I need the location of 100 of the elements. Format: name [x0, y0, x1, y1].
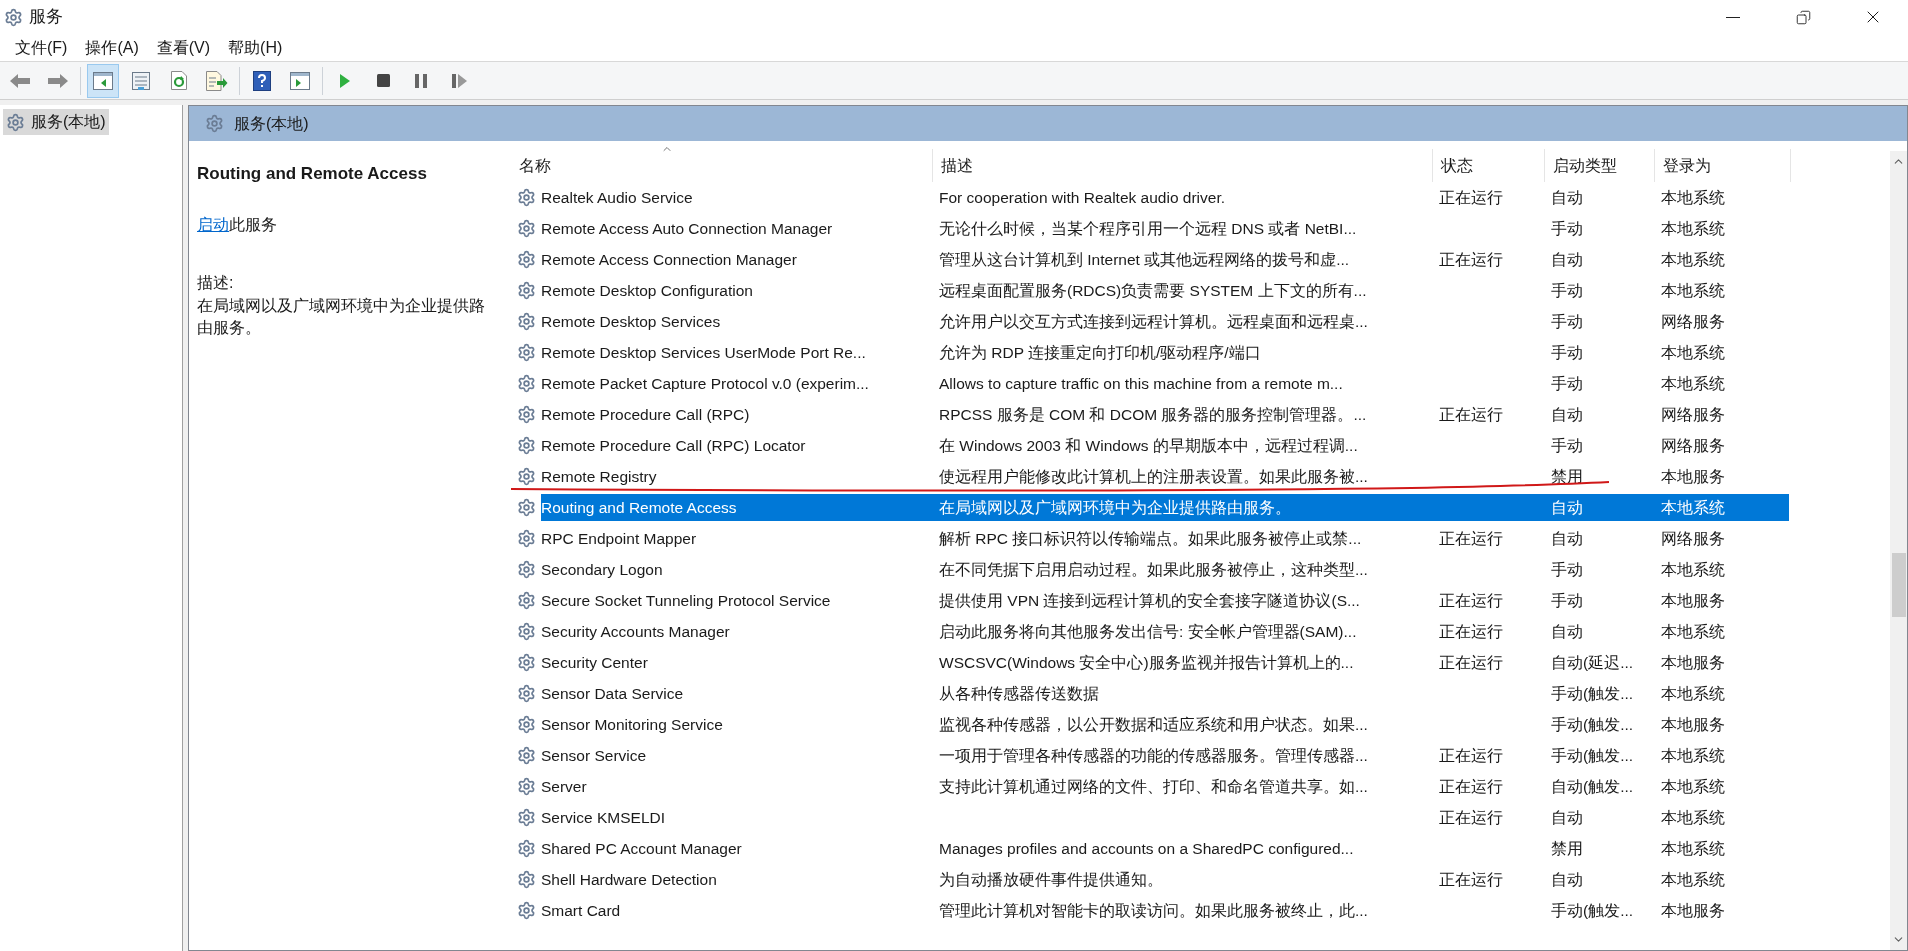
table-row[interactable]: Remote Procedure Call (RPC) RPCSS 服务是 COM 和 DCOM 服务器的服务控制管理器。... 正在运行 自动 网络服务	[541, 401, 1789, 428]
table-row[interactable]: Security Accounts Manager 启动此服务将向其他服务发出信号: 安全帐户管理器(SAM)... 正在运行 自动 本地系统	[541, 618, 1789, 645]
gear-icon	[517, 467, 536, 486]
window-title: 服务	[29, 6, 63, 29]
table-cell: 监视各种传感器，以公开数据和适应系统和用户状态。如果...	[939, 715, 1368, 733]
column-header[interactable]: 启动类型	[1545, 149, 1655, 182]
table-cell-text: 网络服务	[1660, 528, 1726, 549]
table-cell-text: 本地系统	[1660, 497, 1726, 518]
table-cell-text: 自动	[1550, 807, 1584, 828]
table-row[interactable]: Remote Access Auto Connection Manager 无论什么时候，当某个程序引用一个远程 DNS 或者 NetBI... 手动 本地系统	[541, 215, 1789, 242]
column-header[interactable]: 登录为	[1655, 149, 1791, 182]
pause-icon	[415, 73, 427, 88]
menu-item[interactable]: 操作(A)	[78, 34, 146, 61]
table-cell: 解析 RPC 接口标识符以传输端点。如果此服务被停止或禁...	[939, 529, 1362, 547]
table-row[interactable]: Remote Access Connection Manager 管理从这台计算机到 Internet 或其他远程网络的拨号和虚... 正在运行 自动 本地系统	[541, 246, 1789, 273]
table-cell-text: 网络服务	[1660, 311, 1726, 332]
table-cell-text: Remote Access Auto Connection Manager	[541, 218, 834, 239]
table-row[interactable]: Smart Card 管理此计算机对智能卡的取读访问。如果此服务被终止，此... 手动(触发... 本地服务	[541, 897, 1789, 924]
tree-item[interactable]: 服务(本地)	[3, 109, 109, 135]
table-cell-text: 自动	[1550, 187, 1584, 208]
table-cell-text: 本地系统	[1660, 218, 1726, 239]
table-cell: Allows to capture traffic on this machine from a remote m...	[939, 374, 1343, 392]
table-cell-text: Remote Desktop Configuration	[541, 280, 754, 301]
properties-icon	[132, 71, 150, 90]
table-cell-text: 本地系统	[1660, 280, 1726, 301]
table-cell: 正在运行	[1439, 188, 1503, 206]
table-cell-text: 自动	[1550, 249, 1584, 270]
menu-item[interactable]: 帮助(H)	[221, 34, 290, 61]
table-cell-text: Routing and Remote Access	[541, 497, 738, 518]
table-row[interactable]: Service KMSELDI 正在运行 自动 本地系统	[541, 804, 1789, 831]
gear-icon	[517, 777, 536, 796]
table-cell-text: 本地服务	[1660, 466, 1726, 487]
forward-arrow-icon	[47, 71, 69, 90]
table-cell-text: 本地系统	[1660, 807, 1726, 828]
service-title: Routing and Remote Access	[197, 163, 428, 185]
start-service-text: 启动此服务	[197, 214, 278, 235]
table-cell-text: 网络服务	[1660, 435, 1726, 456]
table-row[interactable]: Secondary Logon 在不同凭据下启用启动过程。如果此服务被停止，这种类型... 手动 本地系统	[541, 556, 1789, 583]
table-cell-text: 自动	[1550, 528, 1584, 549]
table-cell-text: Remote Registry	[541, 466, 658, 487]
table-cell-text: Service KMSELDI	[541, 807, 667, 828]
table-cell-text: 手动(触发...	[1550, 714, 1635, 735]
table-cell-text: Shared PC Account Manager	[541, 838, 743, 859]
vertical-scrollbar[interactable]	[1890, 151, 1907, 950]
table-cell-text: Remote Access Connection Manager	[541, 249, 798, 270]
gear-icon	[517, 653, 536, 672]
table-row[interactable]: Sensor Data Service 从各种传感器传送数据 手动(触发... 本地系统	[541, 680, 1789, 707]
table-cell-text: 自动(延迟...	[1550, 652, 1635, 673]
help-icon	[253, 70, 271, 91]
gear-icon	[517, 684, 536, 703]
table-row[interactable]: Server 支持此计算机通过网络的文件、打印、和命名管道共享。如... 正在运行 自动(触发... 本地系统	[541, 773, 1789, 800]
table-cell-text: Remote Procedure Call (RPC)	[541, 404, 751, 425]
scrollbar-thumb[interactable]	[1891, 553, 1906, 617]
gear-icon	[517, 808, 536, 827]
table-row[interactable]: Security Center WSCSVC(Windows 安全中心)服务监视并报告计算机上的... 正在运行 自动(延迟... 本地服务	[541, 649, 1789, 676]
table-cell: 允许为 RDP 连接重定向打印机/驱动程序/端口	[939, 343, 1261, 361]
table-cell-text: 本地服务	[1660, 714, 1726, 735]
column-header[interactable]: 名称	[501, 149, 933, 182]
column-header[interactable]: 状态	[1433, 149, 1545, 182]
menu-item[interactable]: 文件(F)	[8, 34, 75, 61]
table-row[interactable]: Shell Hardware Detection 为自动播放硬件事件提供通知。 正在运行 自动 本地系统	[541, 866, 1789, 893]
start-link[interactable]: 启动	[197, 215, 229, 233]
table-row[interactable]: Sensor Service 一项用于管理各种传感器的功能的传感器服务。管理传感器... 正在运行 手动(触发... 本地系统	[541, 742, 1789, 769]
toolbar-button[interactable]	[87, 63, 119, 98]
gear-icon	[6, 112, 25, 132]
table-cell: 使远程用户能修改此计算机上的注册表设置。如果此服务被...	[939, 467, 1368, 485]
table-cell-text: 本地系统	[1660, 869, 1726, 890]
table-row[interactable]: Remote Packet Capture Protocol v.0 (experim... Allows to capture traffic on this machine from a remote m... 手动 本地系统	[541, 370, 1789, 397]
minimize-icon	[1726, 16, 1740, 18]
table-row[interactable]: Routing and Remote Access 在局域网以及广域网环境中为企业提供路由服务。 自动 本地系统	[541, 494, 1789, 521]
table-cell-text: Remote Packet Capture Protocol v.0 (experim...	[541, 373, 870, 394]
table-row[interactable]: Shared PC Account Manager Manages profiles and accounts on a SharedPC configured... 禁用 本地系统	[541, 835, 1789, 862]
gear-icon	[517, 498, 536, 517]
table-row[interactable]: Remote Procedure Call (RPC) Locator 在 Windows 2003 和 Windows 的早期版本中，远程过程调... 手动 网络服务	[541, 432, 1789, 459]
table-cell-text: 禁用	[1550, 466, 1584, 487]
table-row[interactable]: Remote Desktop Configuration 远程桌面配置服务(RDCS)负责需要 SYSTEM 上下文的所有... 手动 本地系统	[541, 277, 1789, 304]
table-cell-text: Sensor Monitoring Service	[541, 714, 724, 735]
table-row[interactable]: Realtek Audio Service For cooperation with Realtek audio driver. 正在运行 自动 本地系统	[541, 184, 1789, 211]
table-cell-text: 手动(触发...	[1550, 745, 1635, 766]
table-row[interactable]: Remote Registry 使远程用户能修改此计算机上的注册表设置。如果此服务被... 禁用 本地服务	[541, 463, 1789, 490]
table-row[interactable]: Remote Desktop Services 允许用户以交互方式连接到远程计算机。远程桌面和远程桌... 手动 网络服务	[541, 308, 1789, 335]
description-label: 描述:	[197, 272, 235, 293]
table-cell-text: 手动	[1550, 435, 1584, 456]
table-cell: 一项用于管理各种传感器的功能的传感器服务。管理传感器...	[939, 746, 1368, 764]
menu-item[interactable]: 查看(V)	[149, 34, 218, 61]
table-row[interactable]: Sensor Monitoring Service 监视各种传感器，以公开数据和适应系统和用户状态。如果... 手动(触发... 本地服务	[541, 711, 1789, 738]
table-cell-text: 手动	[1550, 342, 1584, 363]
gear-icon	[517, 405, 536, 424]
table-cell-text: 自动	[1550, 869, 1584, 890]
table-row[interactable]: Secure Socket Tunneling Protocol Service 提供使用 VPN 连接到远程计算机的安全套接字隧道协议(S... 正在运行 手动 本地服务	[541, 587, 1789, 614]
table-cell-text: 本地系统	[1660, 683, 1726, 704]
table-row[interactable]: Remote Desktop Services UserMode Port Re... 允许为 RDP 连接重定向打印机/驱动程序/端口 手动 本地系统	[541, 339, 1789, 366]
table-cell-text: Shell Hardware Detection	[541, 869, 718, 890]
table-cell-text: Security Center	[541, 652, 649, 673]
table-cell: RPCSS 服务是 COM 和 DCOM 服务器的服务控制管理器。...	[939, 405, 1367, 423]
table-cell-text: 本地系统	[1660, 559, 1726, 580]
table-cell-text: 本地系统	[1660, 838, 1726, 859]
back-arrow-icon	[9, 71, 31, 90]
table-row[interactable]: RPC Endpoint Mapper 解析 RPC 接口标识符以传输端点。如果此服务被停止或禁... 正在运行 自动 网络服务	[541, 525, 1789, 552]
column-header[interactable]: 描述	[933, 149, 1433, 182]
